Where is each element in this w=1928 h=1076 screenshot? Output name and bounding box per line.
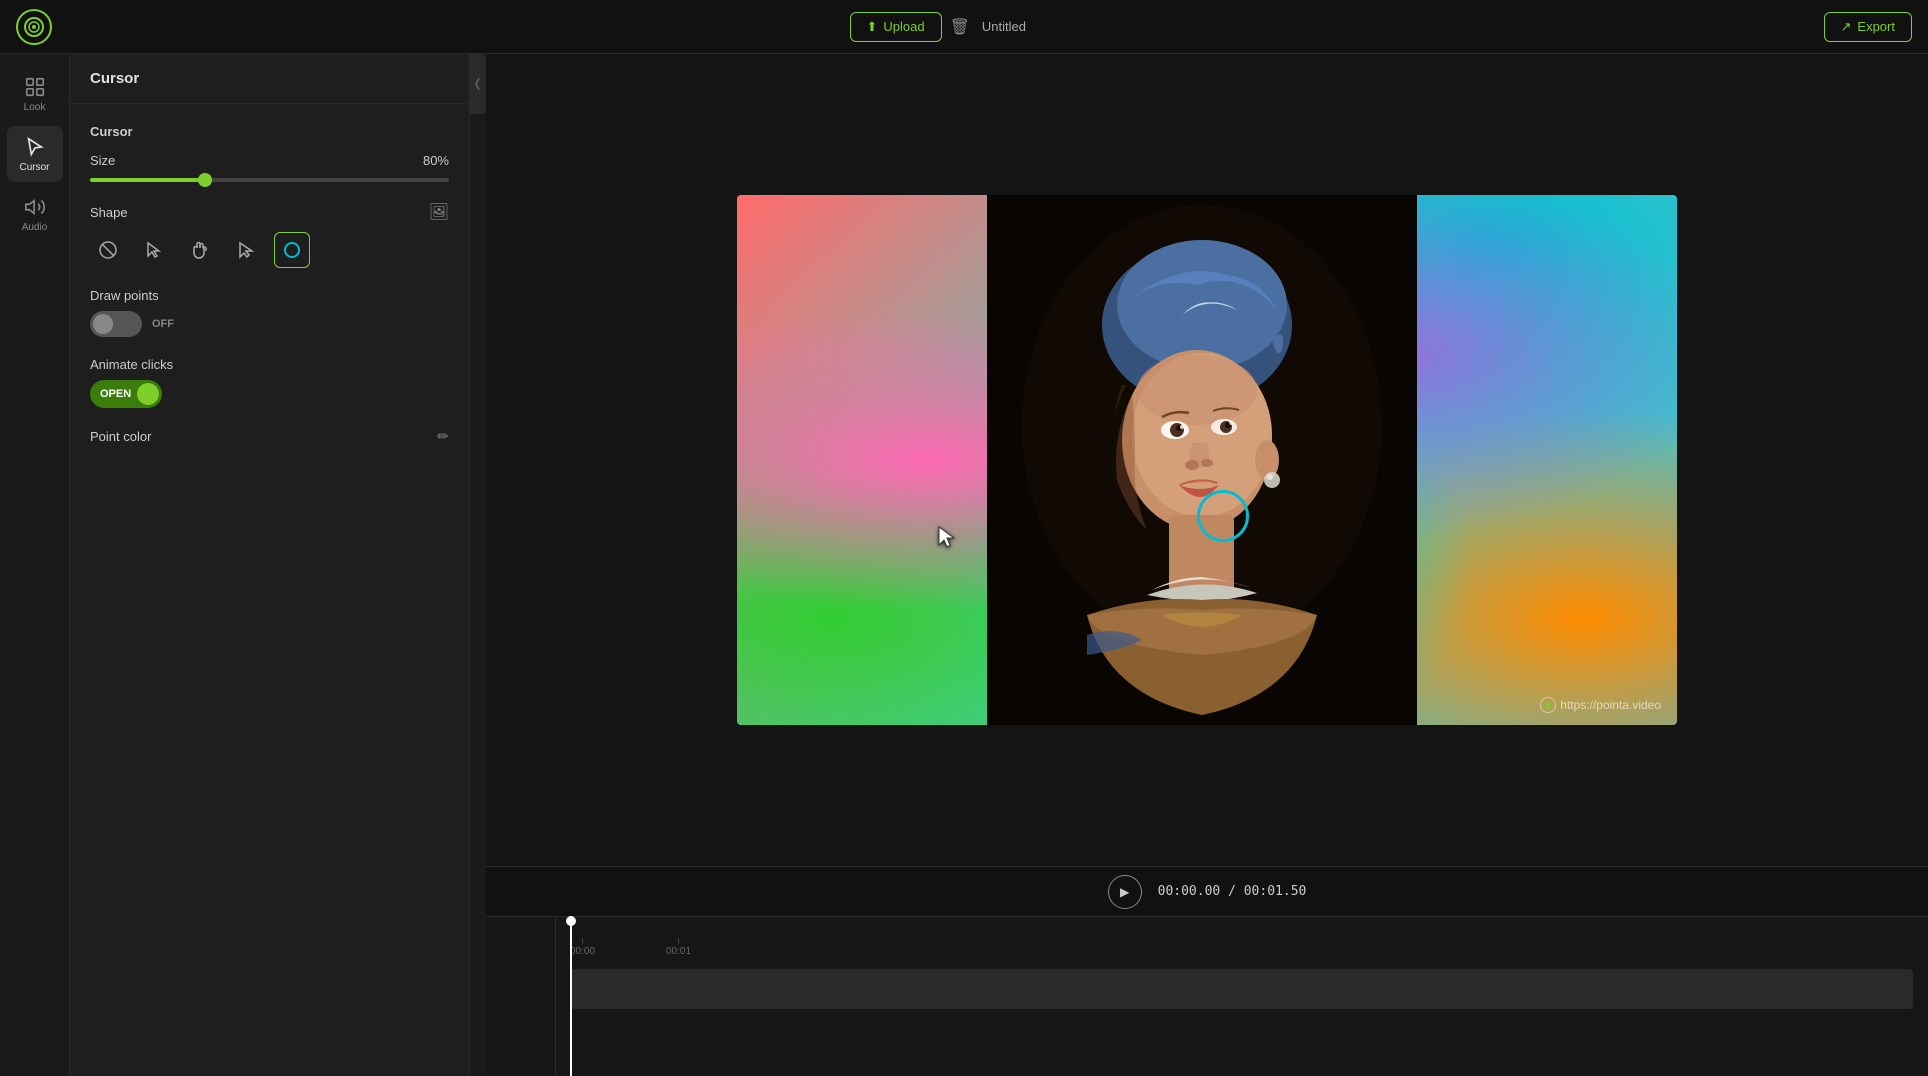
point-color-edit-icon[interactable]: ✏ [437,428,449,445]
slider-fill [90,178,205,182]
play-icon: ▶ [1120,885,1129,899]
timeline-ruler: 00:00 00:01 [556,937,1928,961]
draw-points-toggle-label: OFF [152,318,174,330]
audio-label: Audio [22,222,48,233]
panel-header: Cursor [70,54,469,104]
trash-icon[interactable]: 🗑 [950,17,970,37]
point-color-row: Point color ✏ [90,428,449,445]
export-button[interactable]: ↗ Export [1824,12,1912,42]
look-icon [24,76,46,98]
animate-clicks-toggle[interactable]: OPEN [90,380,162,408]
audio-icon [24,196,46,218]
upload-icon: ⬆ [867,19,878,35]
export-label: Export [1857,19,1895,34]
shape-label: Shape [90,205,128,220]
timeline-track [571,969,1913,1009]
size-slider-container [90,178,449,182]
cursor-label: Cursor [19,162,49,173]
slider-thumb[interactable] [198,173,212,187]
sidebar-item-cursor[interactable]: Cursor [7,126,63,182]
panel-collapse-handle[interactable] [470,54,486,114]
cursor-icon [24,136,46,158]
shape-icons [90,232,449,268]
top-bar-left [16,9,52,45]
sidebar-item-audio[interactable]: Audio [7,186,63,242]
animate-clicks-toggle-label: OPEN [100,388,131,400]
play-button[interactable]: ▶ [1108,875,1142,909]
timeline-tick-1: 00:01 [666,938,691,957]
timeline-left [486,917,556,1076]
current-time-value: 00:00.00 [1158,884,1221,899]
watermark-text: https://pointa.video [1560,698,1661,712]
video-container: ◉ https://pointa.video [486,54,1928,866]
top-bar-right: ↗ Export [1824,12,1912,42]
draw-points-section: Draw points OFF [90,288,449,337]
sidebar-item-look[interactable]: Look [7,66,63,122]
timeline: 00:00 00:01 [486,916,1928,1076]
shape-circle[interactable] [274,232,310,268]
shape-row: Shape 🖼 [90,202,449,222]
current-time: 00:00.00 / 00:01.50 [1158,884,1307,899]
shape-image-icon[interactable]: 🖼 [429,202,449,222]
shape-pointer[interactable] [228,232,264,268]
timeline-content[interactable]: 00:00 00:01 [556,917,1928,1076]
slider-track [90,178,449,182]
doc-title[interactable]: Untitled [982,19,1026,34]
main-layout: Look Cursor Audio Cursor Cursor [0,54,1928,1076]
top-bar: ⬆ Upload 🗑 Untitled ↗ Export [0,0,1928,54]
toggle-knob [93,314,113,334]
painting-svg [987,195,1417,725]
shape-none[interactable] [90,232,126,268]
app-logo [16,9,52,45]
shape-hand[interactable] [182,232,218,268]
canvas-area: ◉ https://pointa.video ▶ 00:00.00 / 00:0… [486,54,1928,1076]
panel-with-handle: Cursor Cursor Size 80% Shape [70,54,486,1076]
cursor-section-title: Cursor [90,124,449,139]
export-icon: ↗ [1841,19,1852,35]
size-label: Size [90,153,115,168]
timeline-playhead[interactable] [570,917,572,1076]
size-value: 80% [423,153,449,168]
panel-content: Cursor Size 80% Shape 🖼 [70,104,469,1076]
draw-points-toggle-row: OFF [90,311,449,337]
icon-nav: Look Cursor Audio [0,54,70,1076]
timeline-tick-0: 00:00 [570,938,595,957]
look-label: Look [24,102,46,113]
total-time-value: 00:01.50 [1244,884,1307,899]
shape-arrow[interactable] [136,232,172,268]
top-bar-center: ⬆ Upload 🗑 Untitled [850,12,1027,42]
cursor-panel: Cursor Cursor Size 80% Shape [70,54,470,1076]
video-frame: ◉ https://pointa.video [737,195,1677,725]
point-color-label: Point color [90,429,151,444]
animate-clicks-toggle-knob [137,383,159,405]
painting [987,195,1417,725]
animate-clicks-section: Animate clicks OPEN [90,357,449,408]
time-separator: / [1228,884,1244,899]
tick-label-0: 00:00 [570,946,595,957]
upload-button[interactable]: ⬆ Upload [850,12,942,42]
draw-points-toggle[interactable] [90,311,142,337]
watermark: ◉ https://pointa.video [1540,697,1661,713]
size-row: Size 80% [90,153,449,168]
draw-points-label: Draw points [90,288,449,303]
painting-overlay [987,195,1417,725]
tick-label-1: 00:01 [666,946,691,957]
watermark-icon: ◉ [1540,697,1556,713]
animate-clicks-label: Animate clicks [90,357,449,372]
playback-bar: ▶ 00:00.00 / 00:01.50 [486,866,1928,916]
upload-label: Upload [883,19,924,34]
